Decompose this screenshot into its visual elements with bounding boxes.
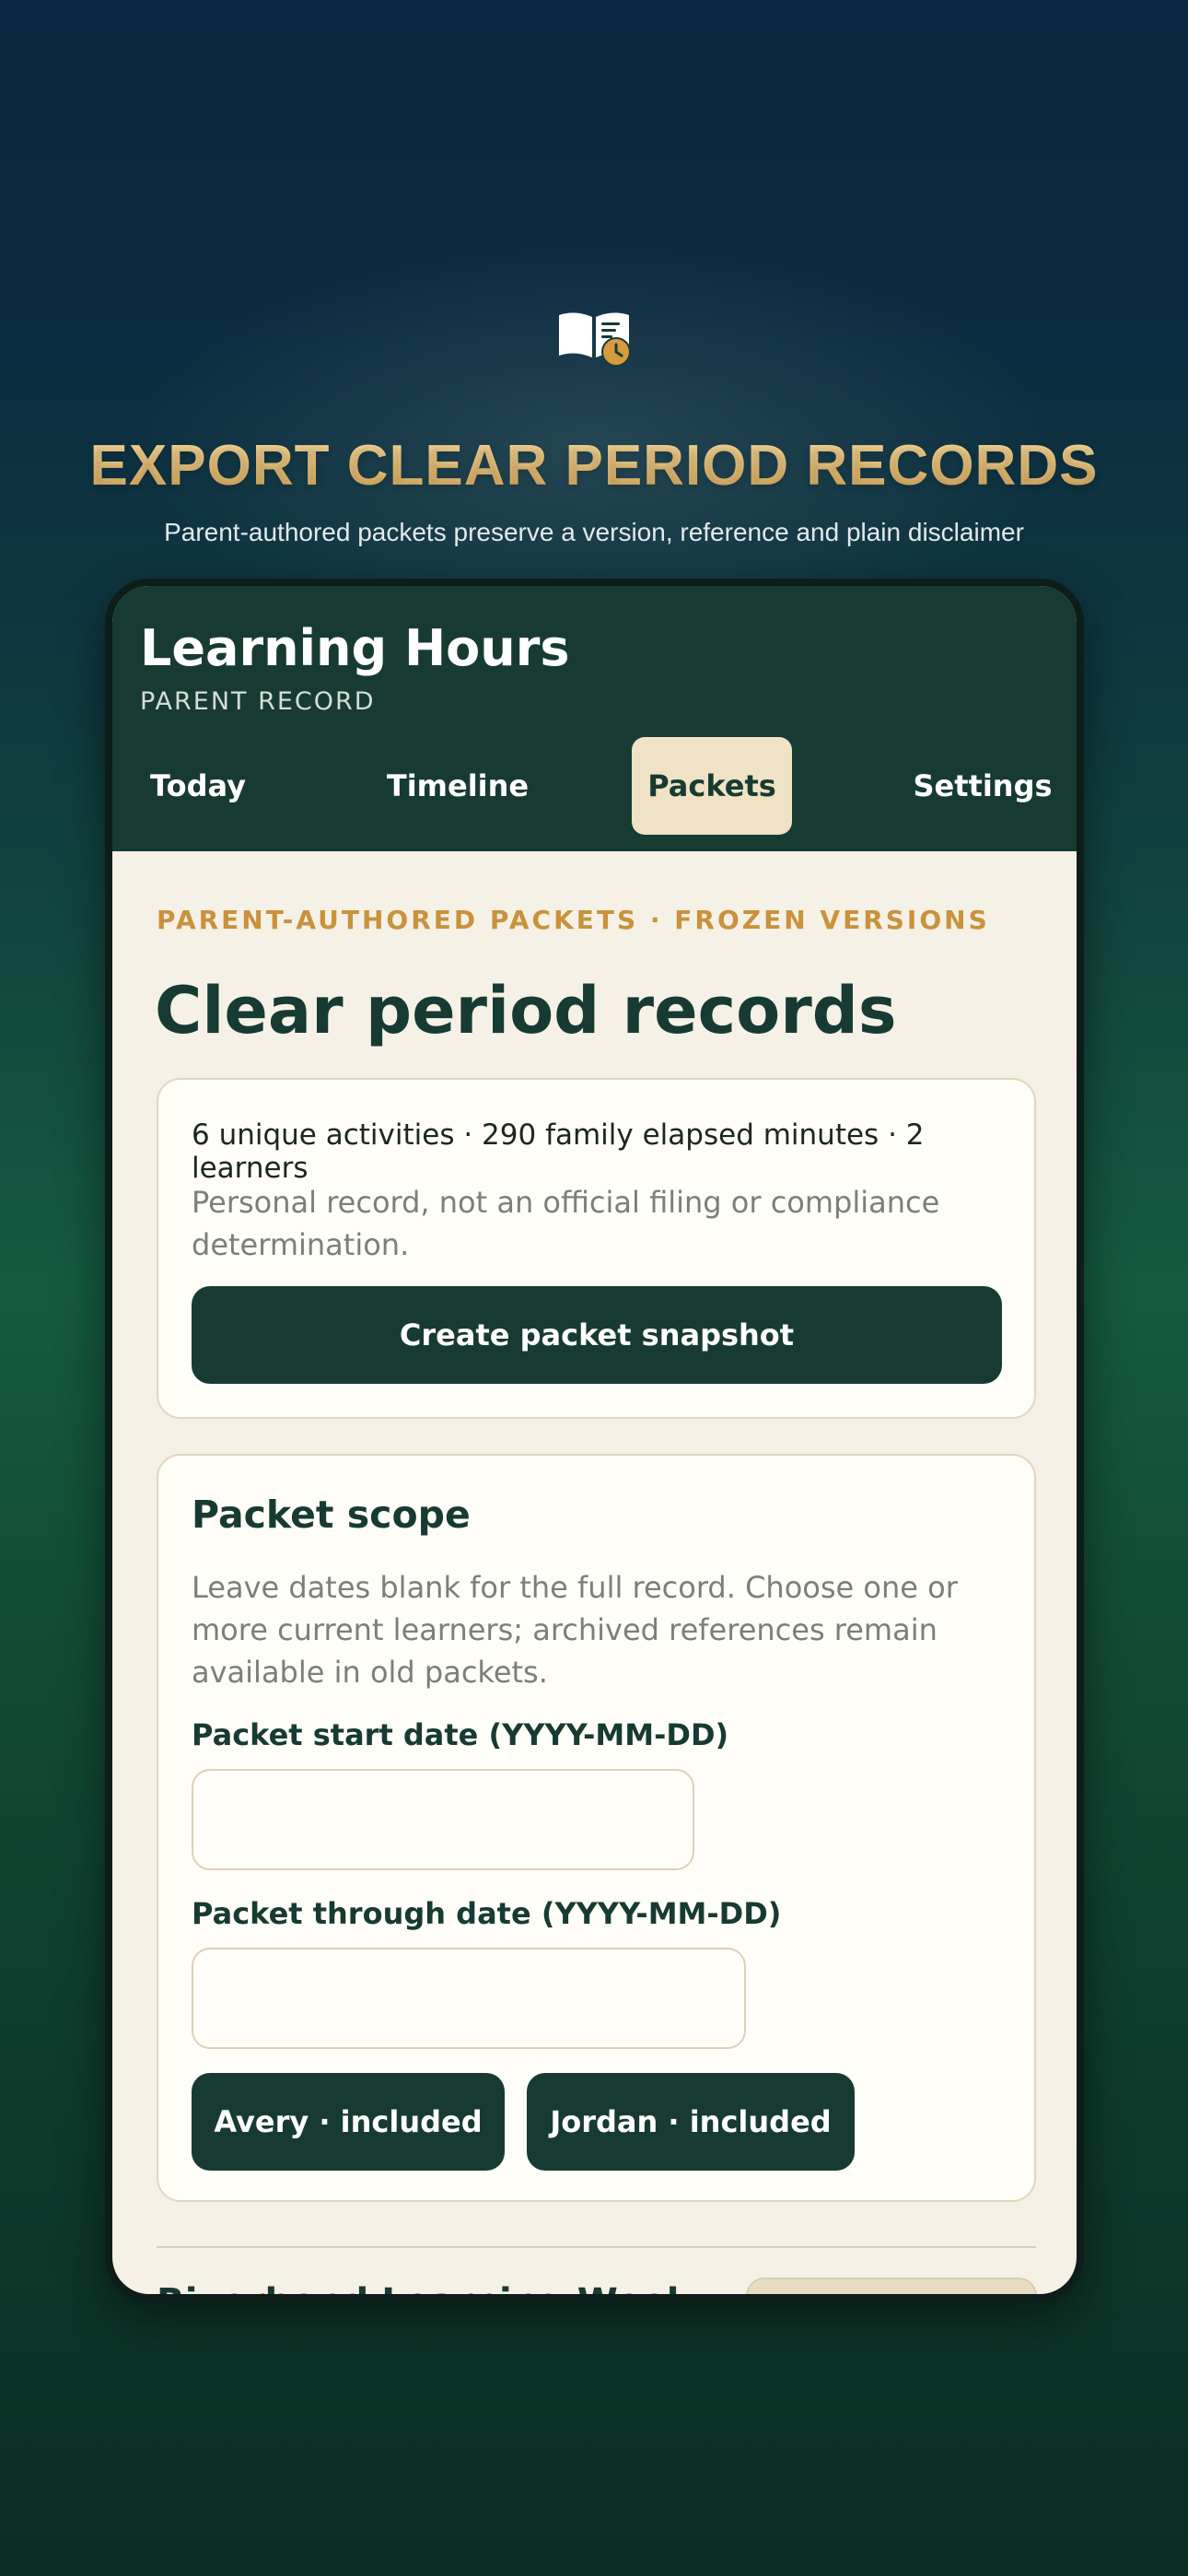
- app-screen: Learning Hours PARENT RECORD Today Timel…: [112, 586, 1077, 2294]
- summary-stats: 6 unique activities · 290 family elapsed…: [192, 1118, 925, 1185]
- packet-scope-title: Packet scope: [192, 1493, 471, 1537]
- book-clock-icon: [559, 312, 631, 367]
- packet-scope-help: Leave dates blank for the full record. C…: [192, 1570, 958, 1690]
- tab-bar: Today Timeline Packets Settings: [112, 737, 1077, 837]
- learner-chip-avery[interactable]: Avery · included: [192, 2073, 505, 2171]
- page-eyebrow: PARENT-AUTHORED PACKETS · FROZEN VERSION…: [157, 905, 990, 935]
- app-header: Learning Hours PARENT RECORD Today Timel…: [112, 586, 1077, 851]
- through-date-input[interactable]: [192, 1948, 746, 2049]
- promo-headline: EXPORT CLEAR PERIOD RECORDS: [0, 433, 1188, 498]
- section-divider: [157, 2246, 1036, 2248]
- promo-subheadline: Parent-authored packets preserve a versi…: [164, 518, 1024, 546]
- summary-card: 6 unique activities · 290 family elapsed…: [157, 1078, 1036, 1419]
- learner-chip-jordan[interactable]: Jordan · included: [527, 2073, 855, 2171]
- packet-item-title[interactable]: Riverbend Learning Week: [157, 2281, 691, 2294]
- tab-today[interactable]: Today: [129, 737, 267, 835]
- disclaimer-text: Personal record, not an official filing …: [192, 1185, 940, 1262]
- tab-packets[interactable]: Packets: [632, 737, 792, 835]
- phone-frame: Learning Hours PARENT RECORD Today Timel…: [105, 579, 1084, 2301]
- start-date-label: Packet start date (YYYY-MM-DD): [192, 1717, 729, 1752]
- create-packet-snapshot-button[interactable]: Create packet snapshot: [192, 1286, 1002, 1384]
- start-date-input[interactable]: [192, 1769, 694, 1870]
- tab-timeline[interactable]: Timeline: [361, 737, 554, 835]
- app-title: Learning Hours: [140, 619, 570, 677]
- page-title: Clear period records: [155, 973, 897, 1048]
- through-date-label: Packet through date (YYYY-MM-DD): [192, 1896, 782, 1931]
- tab-settings[interactable]: Settings: [897, 737, 1068, 835]
- packet-scope-card: Packet scope Leave dates blank for the f…: [157, 1454, 1036, 2202]
- app-subtitle: PARENT RECORD: [140, 687, 376, 716]
- packet-item-action[interactable]: [746, 2277, 1037, 2294]
